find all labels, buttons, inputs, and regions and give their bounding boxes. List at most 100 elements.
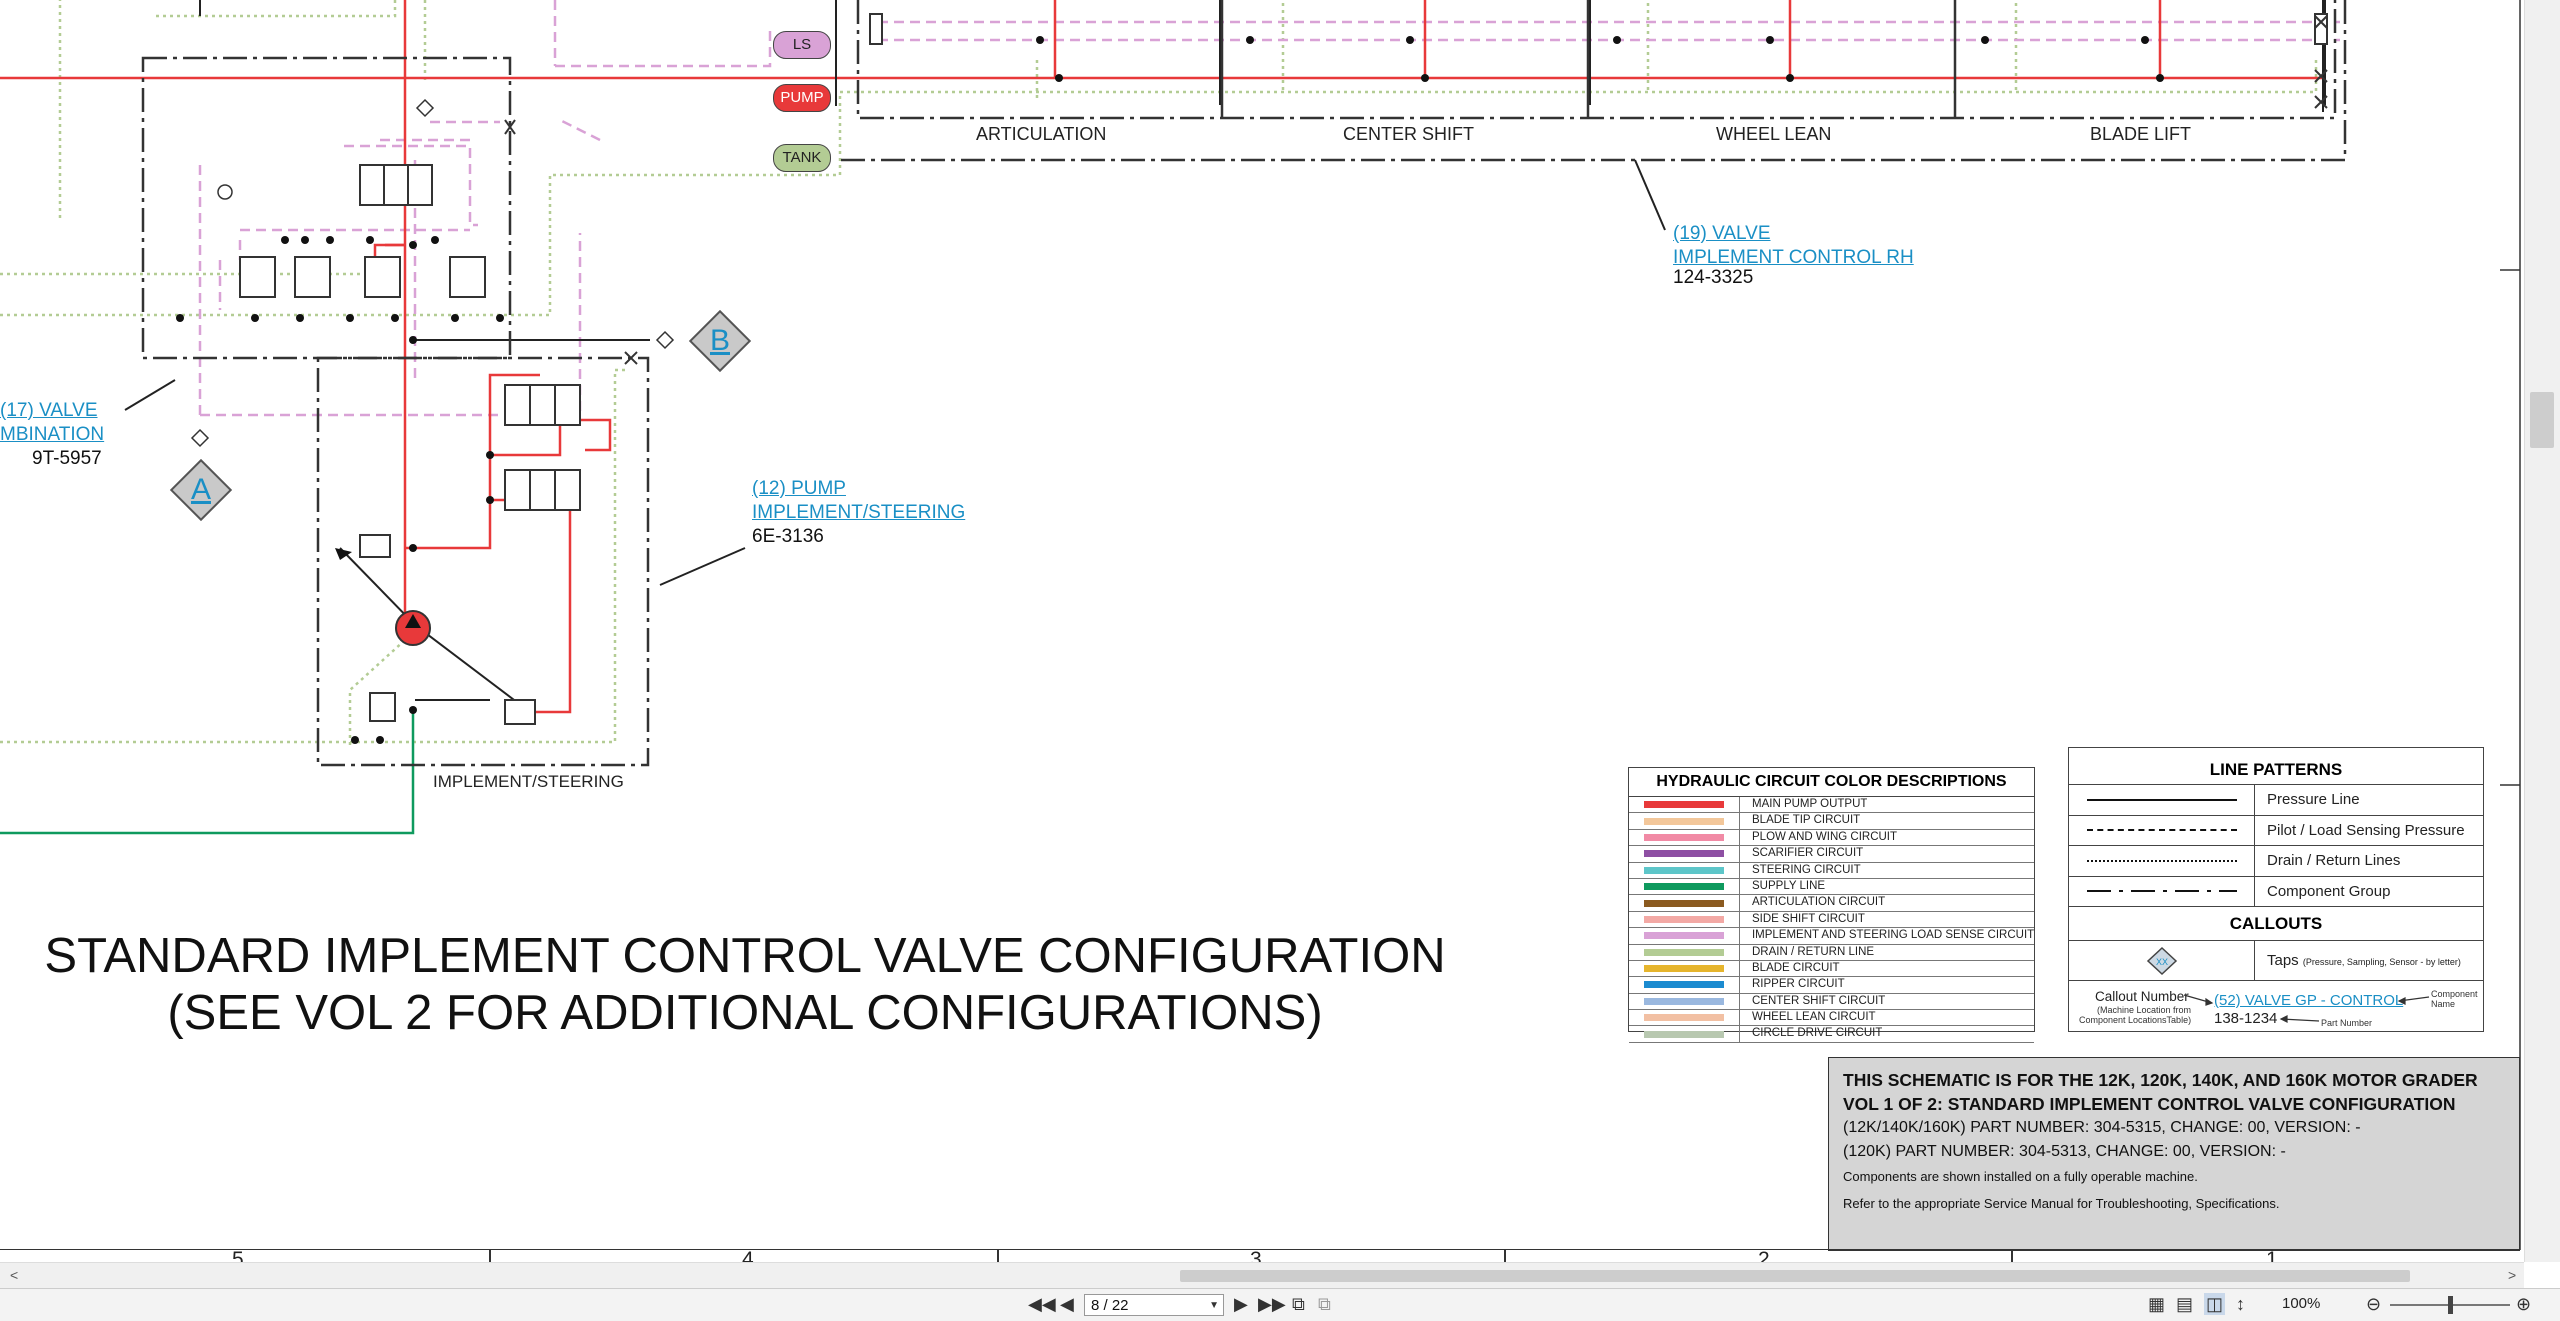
copy-page-icon[interactable]: ⧉ bbox=[1318, 1293, 1331, 1315]
valve-rh-name1: (19) VALVE bbox=[1673, 223, 1771, 244]
color-legend-row: CENTER SHIFT CIRCUIT bbox=[1629, 993, 2034, 1011]
color-legend-row: PLOW AND WING CIRCUIT bbox=[1629, 829, 2034, 847]
horizontal-scrollbar[interactable]: < > bbox=[0, 1262, 2524, 1289]
pump-tag: PUMP bbox=[773, 84, 831, 112]
color-legend-row: BLADE CIRCUIT bbox=[1629, 960, 2034, 978]
column-ruler: 5 4 3 2 1 bbox=[0, 1248, 2520, 1271]
valve-combo-name2: MBINATION bbox=[0, 424, 105, 445]
connector-b-label: B bbox=[709, 324, 730, 357]
two-page-view-icon[interactable]: ◫ bbox=[2204, 1293, 2226, 1315]
notes-line2: VOL 1 OF 2: STANDARD IMPLEMENT CONTROL V… bbox=[1843, 1094, 2456, 1114]
vertical-scrollbar[interactable] bbox=[2524, 0, 2560, 1262]
color-legend-row: STEERING CIRCUIT bbox=[1629, 862, 2034, 879]
pump-name2: IMPLEMENT/STEERING bbox=[752, 502, 966, 523]
taps-row: XX Taps (Pressure, Sampling, Sensor - by… bbox=[2069, 941, 2483, 981]
section-blade-lift: BLADE LIFT bbox=[2090, 124, 2192, 144]
pattern-row-component-group: Component Group bbox=[2069, 876, 2483, 907]
color-legend-label: PLOW AND WING CIRCUIT bbox=[1752, 830, 1898, 843]
section-articulation: ARTICULATION bbox=[976, 124, 1107, 144]
schematic-notes: THIS SCHEMATIC IS FOR THE 12K, 120K, 140… bbox=[1828, 1057, 2520, 1251]
ls-tag: LS bbox=[773, 31, 831, 59]
color-swatch bbox=[1629, 977, 1740, 993]
vertical-scroll-thumb[interactable] bbox=[2530, 392, 2554, 448]
notes-line6: Refer to the appropriate Service Manual … bbox=[1843, 1196, 2280, 1211]
valve-combo-name1: (17) VALVE bbox=[0, 400, 98, 421]
line-patterns-title: LINE PATTERNS bbox=[2069, 748, 2483, 785]
color-legend-title: HYDRAULIC CIRCUIT COLOR DESCRIPTIONS bbox=[1629, 768, 2034, 797]
color-legend-label: IMPLEMENT AND STEERING LOAD SENSE CIRCUI… bbox=[1751, 929, 2034, 942]
color-swatch bbox=[1629, 993, 1740, 1010]
callout-example-row: Callout Number (Machine Location from Co… bbox=[2069, 981, 2483, 1041]
zoom-out-icon[interactable]: ⊖ bbox=[2366, 1293, 2381, 1315]
valve-combo-part: 9T-5957 bbox=[32, 448, 102, 469]
color-swatch bbox=[1629, 944, 1740, 960]
first-page-icon[interactable]: ◀◀ bbox=[1028, 1293, 1056, 1315]
color-swatch bbox=[1629, 895, 1740, 911]
color-legend-label: WHEEL LEAN CIRCUIT bbox=[1752, 1011, 1876, 1024]
page-dropdown-icon[interactable]: ▼ bbox=[1209, 1295, 1219, 1317]
color-legend-row: WHEEL LEAN CIRCUIT bbox=[1629, 1010, 2034, 1027]
color-legend-label: BLADE CIRCUIT bbox=[1752, 961, 1840, 974]
color-legend-label: STEERING CIRCUIT bbox=[1752, 863, 1861, 876]
valve-rh-callout[interactable]: (19) VALVE IMPLEMENT CONTROL RH bbox=[1673, 222, 1914, 270]
zoom-slider-handle[interactable] bbox=[2448, 1296, 2453, 1314]
color-legend-label: SIDE SHIFT CIRCUIT bbox=[1752, 912, 1865, 925]
color-legend-row: SUPPLY LINE bbox=[1629, 878, 2034, 896]
previous-page-icon[interactable]: ◀ bbox=[1060, 1293, 1074, 1315]
next-page-icon[interactable]: ▶ bbox=[1234, 1293, 1248, 1315]
notes-line1: THIS SCHEMATIC IS FOR THE 12K, 120K, 140… bbox=[1843, 1070, 2478, 1090]
taps-label: Taps bbox=[2267, 952, 2299, 969]
notes-line3: (12K/140K/160K) PART NUMBER: 304-5315, C… bbox=[1843, 1119, 2361, 1136]
pattern-row-pressure: Pressure Line bbox=[2069, 785, 2483, 816]
implement-steering-group-label: IMPLEMENT/STEERING bbox=[433, 772, 624, 791]
color-swatch bbox=[1629, 928, 1740, 944]
scroll-right-arrow-icon[interactable]: > bbox=[2508, 1267, 2516, 1283]
color-legend-row: MAIN PUMP OUTPUT bbox=[1629, 797, 2034, 814]
color-swatch bbox=[1629, 797, 1740, 813]
color-swatch bbox=[1629, 862, 1740, 878]
color-legend-label: CENTER SHIFT CIRCUIT bbox=[1752, 994, 1886, 1007]
color-swatch bbox=[1629, 1026, 1740, 1042]
color-swatch bbox=[1629, 1010, 1740, 1026]
page-layout-icon[interactable]: ⧉ bbox=[1292, 1293, 1305, 1315]
hydraulic-color-legend: HYDRAULIC CIRCUIT COLOR DESCRIPTIONS MAI… bbox=[1628, 767, 2035, 1043]
color-swatch bbox=[1629, 960, 1740, 977]
zoom-in-icon[interactable]: ⊕ bbox=[2516, 1293, 2531, 1315]
color-legend-row: IMPLEMENT AND STEERING LOAD SENSE CIRCUI… bbox=[1629, 928, 2034, 945]
color-swatch bbox=[1629, 813, 1740, 829]
scroll-left-arrow-icon[interactable]: < bbox=[10, 1267, 18, 1283]
pattern-row-drain: Drain / Return Lines bbox=[2069, 846, 2483, 877]
color-legend-label: CIRCLE DRIVE CIRCUIT bbox=[1752, 1027, 1883, 1040]
color-legend-label: BLADE TIP CIRCUIT bbox=[1752, 814, 1861, 827]
viewer-toolbar: ◀◀ ◀ 8 / 22 ▼ ▶ ▶▶ ⧉ ⧉ ▦ ▤ ◫ ↕ 100% ⊖ ⊕ bbox=[0, 1288, 2560, 1321]
valve-rh-name2: IMPLEMENT CONTROL RH bbox=[1673, 247, 1914, 268]
pattern-row-pilot: Pilot / Load Sensing Pressure bbox=[2069, 815, 2483, 846]
color-legend-row: CIRCLE DRIVE CIRCUIT bbox=[1629, 1026, 2034, 1043]
zoom-level[interactable]: 100% bbox=[2282, 1295, 2320, 1312]
pattern-label: Drain / Return Lines bbox=[2267, 852, 2401, 869]
notes-line5: Components are shown installed on a full… bbox=[1843, 1169, 2198, 1184]
color-legend-label: RIPPER CIRCUIT bbox=[1752, 978, 1845, 991]
pump-callout[interactable]: (12) PUMP IMPLEMENT/STEERING bbox=[752, 477, 965, 525]
valve-combo-callout[interactable]: (17) VALVE MBINATION bbox=[0, 399, 104, 447]
configuration-title-line1: STANDARD IMPLEMENT CONTROL VALVE CONFIGU… bbox=[44, 929, 1446, 983]
callouts-title: CALLOUTS bbox=[2069, 907, 2483, 941]
notes-line4: (120K) PART NUMBER: 304-5313, CHANGE: 00… bbox=[1843, 1143, 2286, 1160]
color-swatch bbox=[1629, 829, 1740, 846]
line-patterns-legend: LINE PATTERNS Pressure Line Pilot / Load… bbox=[2068, 747, 2484, 1032]
color-legend-label: ARTICULATION CIRCUIT bbox=[1752, 896, 1886, 909]
section-center-shift: CENTER SHIFT bbox=[1343, 124, 1475, 144]
configuration-title-line2: (SEE VOL 2 FOR ADDITIONAL CONFIGURATIONS… bbox=[167, 986, 1323, 1040]
horizontal-scroll-thumb[interactable] bbox=[1180, 1270, 2410, 1282]
taps-note: (Pressure, Sampling, Sensor - by letter) bbox=[2302, 957, 2461, 967]
fit-width-icon[interactable]: ↕ bbox=[2236, 1293, 2245, 1315]
color-swatch bbox=[1629, 911, 1740, 928]
single-page-view-icon[interactable]: ▦ bbox=[2148, 1293, 2165, 1315]
last-page-icon[interactable]: ▶▶ bbox=[1258, 1293, 1286, 1315]
color-swatch bbox=[1629, 846, 1740, 862]
color-legend-row: ARTICULATION CIRCUIT bbox=[1629, 895, 2034, 912]
continuous-view-icon[interactable]: ▤ bbox=[2176, 1293, 2193, 1315]
color-legend-label: MAIN PUMP OUTPUT bbox=[1752, 798, 1868, 810]
color-legend-rows: MAIN PUMP OUTPUT BLADE TIP CIRCUIT PLOW AN… bbox=[1629, 797, 2034, 1043]
page-number-field[interactable]: 8 / 22 ▼ bbox=[1084, 1294, 1224, 1316]
